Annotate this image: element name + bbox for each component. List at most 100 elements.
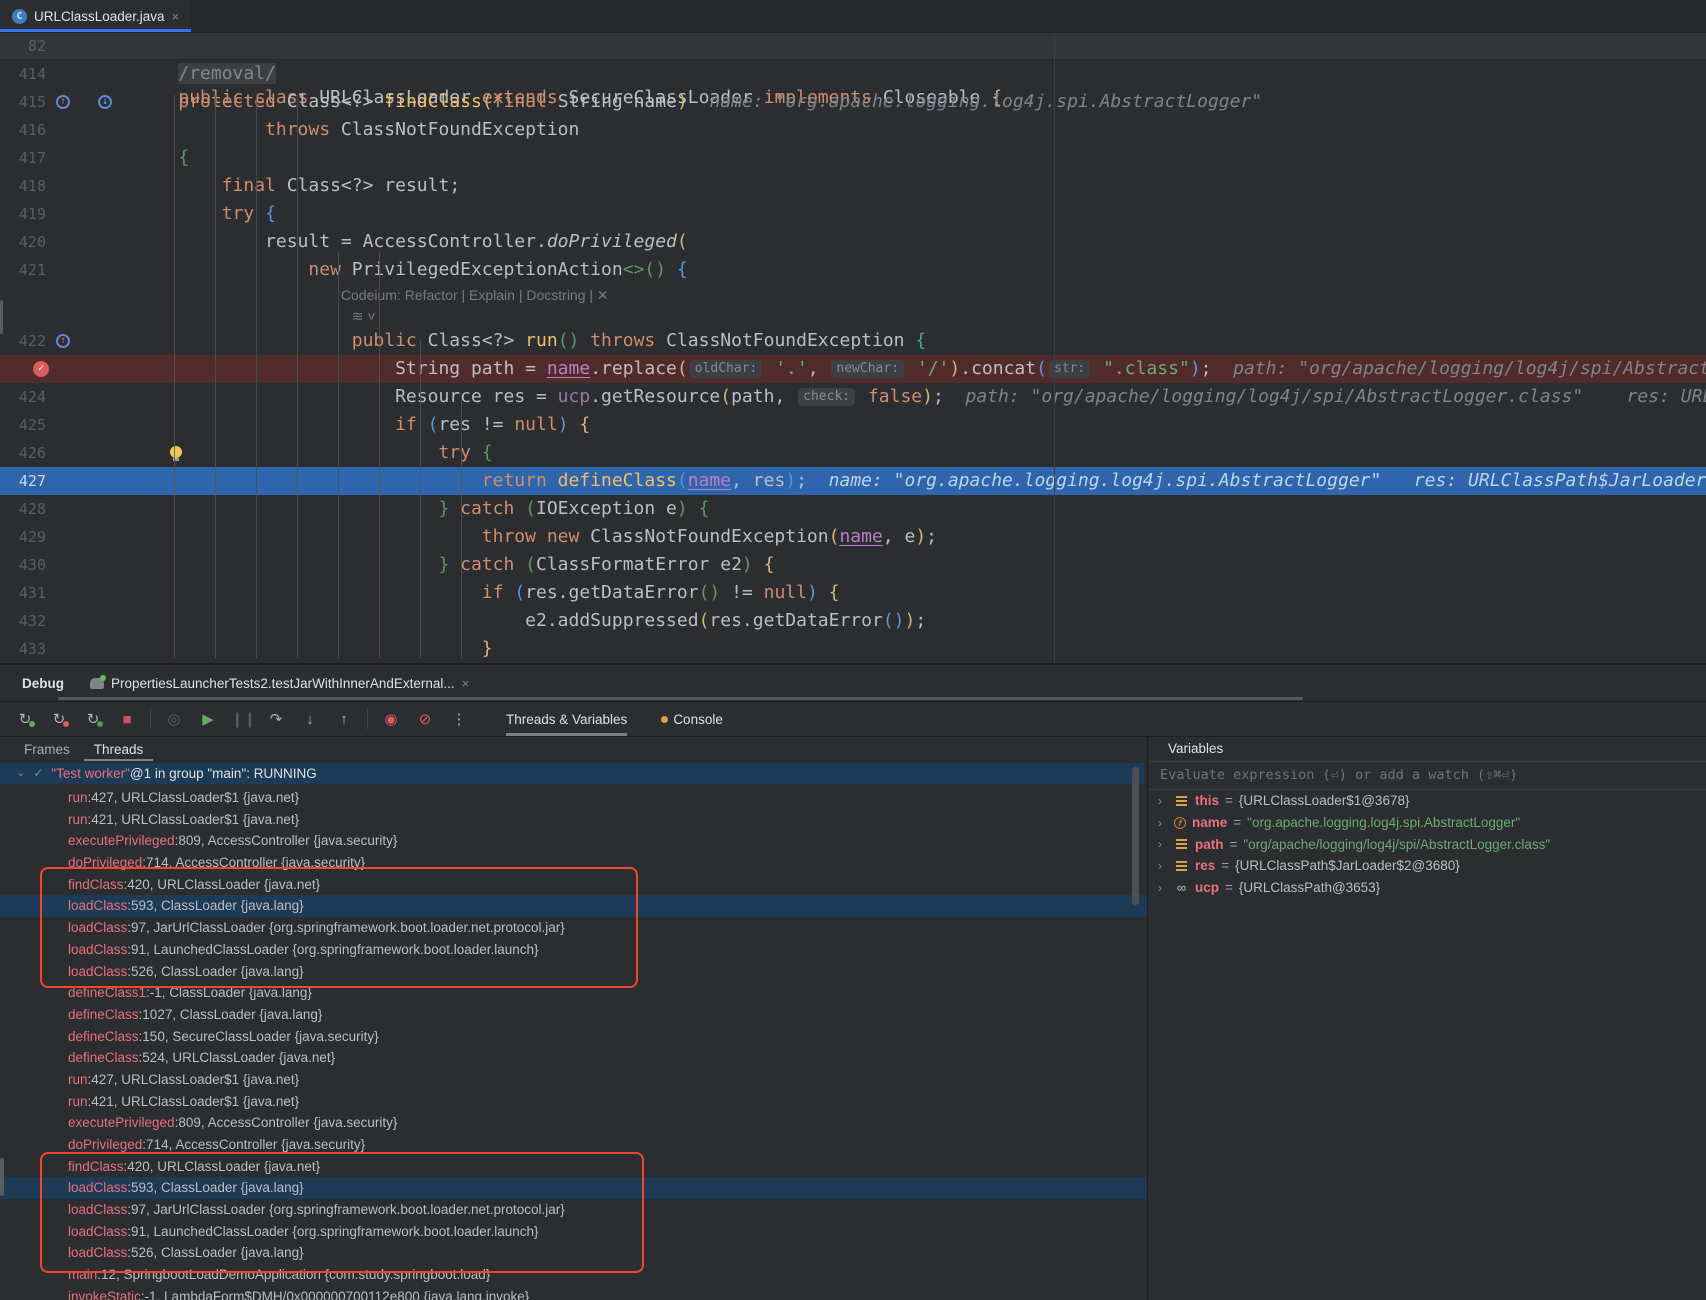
stack-frame[interactable]: loadClass:526, ClassLoader {java.lang} bbox=[0, 961, 1147, 983]
stack-frame[interactable]: main:12, SpringbootLoadDemoApplication {… bbox=[0, 1264, 1147, 1286]
chevron-right-icon[interactable]: › bbox=[1158, 837, 1168, 851]
chevron-right-icon[interactable]: › bbox=[1158, 859, 1168, 873]
frame-method: run bbox=[68, 790, 88, 805]
frames-left-scroll-mark[interactable] bbox=[0, 1158, 4, 1196]
chevron-right-icon[interactable]: › bbox=[1158, 816, 1168, 830]
debug-tabbar-scroll-thumb[interactable] bbox=[58, 697, 1303, 700]
stack-frame[interactable]: defineClass1:-1, ClassLoader {java.lang} bbox=[0, 982, 1147, 1004]
stack-frame[interactable]: run:421, URLClassLoader$1 {java.net} bbox=[0, 1091, 1147, 1113]
stack-frame[interactable]: loadClass:593, ClassLoader {java.lang} bbox=[0, 1177, 1147, 1199]
stack-frame[interactable]: loadClass:91, LaunchedClassLoader {org.s… bbox=[0, 1221, 1147, 1243]
frame-method: invokeStatic bbox=[68, 1289, 141, 1300]
stack-frame[interactable]: run:421, URLClassLoader$1 {java.net} bbox=[0, 809, 1147, 831]
parameter-hint-chip: oldChar: bbox=[690, 360, 763, 378]
overrides-method-icon[interactable]: ↑ bbox=[56, 334, 70, 348]
frames-scrollbar[interactable] bbox=[1132, 767, 1139, 905]
stack-frame[interactable]: loadClass:526, ClassLoader {java.lang} bbox=[0, 1242, 1147, 1264]
more-options-icon[interactable]: ⋮ bbox=[448, 710, 470, 728]
chevron-down-icon[interactable]: ⌄ bbox=[16, 763, 25, 784]
rerun-failed-tests-icon[interactable]: ↻ bbox=[48, 710, 70, 728]
frame-location: :91, LaunchedClassLoader {org.springfram… bbox=[127, 1224, 538, 1239]
rerun-debug-icon[interactable]: ↻ bbox=[14, 710, 36, 728]
step-over-icon[interactable]: ↷ bbox=[265, 710, 287, 728]
tab-console[interactable]: Console bbox=[661, 702, 723, 736]
view-breakpoints-icon[interactable]: ◉ bbox=[380, 710, 402, 728]
evaluate-expression-input[interactable]: Evaluate expression (⏎) or add a watch (… bbox=[1148, 762, 1706, 790]
frame-method: loadClass bbox=[68, 942, 127, 957]
method-is-overridden-icon[interactable]: ↓ bbox=[98, 95, 112, 109]
tab-frames[interactable]: Frames bbox=[24, 737, 70, 761]
indent-guide bbox=[256, 95, 257, 658]
stack-frame[interactable]: doPrivileged:714, AccessController {java… bbox=[0, 852, 1147, 874]
pause-icon[interactable]: ❙❙ bbox=[231, 710, 253, 728]
thread-row[interactable]: ⌄ ✓ "Test worker"@1 in group "main": RUN… bbox=[0, 763, 1144, 784]
stack-frame[interactable]: loadClass:91, LaunchedClassLoader {org.s… bbox=[0, 939, 1147, 961]
frame-method: doPrivileged bbox=[68, 855, 142, 870]
tab-threads[interactable]: Threads bbox=[94, 737, 144, 761]
stack-frame[interactable]: run:427, URLClassLoader$1 {java.net} bbox=[0, 787, 1147, 809]
close-tab-icon[interactable]: × bbox=[172, 9, 180, 24]
step-into-icon[interactable]: ↓ bbox=[299, 711, 321, 728]
debug-session-title: PropertiesLauncherTests2.testJarWithInne… bbox=[111, 676, 455, 691]
frame-method: loadClass bbox=[68, 1224, 127, 1239]
debug-session-tab[interactable]: PropertiesLauncherTests2.testJarWithInne… bbox=[90, 676, 469, 691]
variable-row[interactable]: ›fname = "org.apache.logging.log4j.spi.A… bbox=[1148, 812, 1706, 834]
rerun-with-coverage-icon[interactable]: ↻ bbox=[82, 710, 104, 728]
frames-pane: Frames Threads ⌄ ✓ "Test worker"@1 in gr… bbox=[0, 737, 1147, 1300]
line-number: 433 bbox=[0, 635, 46, 663]
variable-row[interactable]: ›path = "org/apache/logging/log4j/spi/Ab… bbox=[1148, 833, 1706, 855]
mute-breakpoints-icon[interactable]: ⊘ bbox=[414, 710, 436, 728]
sticky-line-number: 82 bbox=[0, 33, 46, 59]
tab-threads-variables[interactable]: Threads & Variables bbox=[506, 702, 627, 736]
chevron-right-icon[interactable]: › bbox=[1158, 881, 1168, 895]
right-margin-guide bbox=[1054, 33, 1055, 663]
variable-row[interactable]: ›this = {URLClassLoader$1@3678} bbox=[1148, 790, 1706, 812]
stack-frame[interactable]: doPrivileged:714, AccessController {java… bbox=[0, 1134, 1147, 1156]
stack-frame[interactable]: defineClass:150, SecureClassLoader {java… bbox=[0, 1026, 1147, 1048]
editor-left-scroll-mark[interactable] bbox=[0, 300, 3, 334]
intention-bulb-icon[interactable] bbox=[170, 446, 182, 458]
stack-frame[interactable]: loadClass:97, JarUrlClassLoader {org.spr… bbox=[0, 917, 1147, 939]
breakpoint-icon[interactable]: ✓ bbox=[33, 361, 49, 377]
editor-tab-urlclassloader[interactable]: C URLClassLoader.java × bbox=[0, 0, 191, 32]
indent-guide bbox=[297, 95, 298, 658]
step-out-icon[interactable]: ↑ bbox=[333, 711, 355, 728]
variable-row[interactable]: ›res = {URLClassPath$JarLoader$2@3680} bbox=[1148, 855, 1706, 877]
sticky-class-declaration[interactable]: 82 public class URLClassLoader extends S… bbox=[0, 33, 1706, 60]
equals-sign: = bbox=[1225, 793, 1233, 808]
frame-method: run bbox=[68, 1094, 88, 1109]
overrides-method-icon[interactable]: ↑ bbox=[56, 95, 70, 109]
stack-frame[interactable]: invokeStatic:-1, LambdaForm$DMH/0x000000… bbox=[0, 1286, 1147, 1300]
close-session-icon[interactable]: × bbox=[462, 676, 470, 691]
stack-frame[interactable]: executePrivileged:809, AccessController … bbox=[0, 1112, 1147, 1134]
line-number: 429 bbox=[0, 523, 46, 551]
stack-frame[interactable]: run:427, URLClassLoader$1 {java.net} bbox=[0, 1069, 1147, 1091]
attach-target-icon[interactable]: ◎ bbox=[163, 710, 185, 728]
equals-sign: = bbox=[1230, 837, 1238, 852]
frame-location: :714, AccessController {java.security} bbox=[142, 855, 365, 870]
frame-method: loadClass bbox=[68, 898, 127, 913]
frame-location: :809, AccessController {java.security} bbox=[175, 833, 398, 848]
line-number: 421 bbox=[0, 256, 46, 284]
stack-frames-list[interactable]: run:427, URLClassLoader$1 {java.net}run:… bbox=[0, 787, 1147, 1300]
gradle-task-icon bbox=[90, 678, 104, 689]
stack-frame[interactable]: defineClass:524, URLClassLoader {java.ne… bbox=[0, 1047, 1147, 1069]
variables-list[interactable]: ›this = {URLClassLoader$1@3678}›fname = … bbox=[1148, 790, 1706, 898]
indent-guide bbox=[379, 252, 380, 658]
stack-frame[interactable]: loadClass:97, JarUrlClassLoader {org.spr… bbox=[0, 1199, 1147, 1221]
frame-location: :593, ClassLoader {java.lang} bbox=[127, 1180, 303, 1195]
chevron-right-icon[interactable]: › bbox=[1158, 794, 1168, 808]
editor-pane[interactable]: C URLClassLoader.java × 82 public class … bbox=[0, 0, 1706, 665]
stack-frame[interactable]: defineClass:1027, ClassLoader {java.lang… bbox=[0, 1004, 1147, 1026]
stack-frame[interactable]: executePrivileged:809, AccessController … bbox=[0, 830, 1147, 852]
stack-frame[interactable]: loadClass:593, ClassLoader {java.lang} bbox=[0, 895, 1147, 917]
frame-location: :524, URLClassLoader {java.net} bbox=[139, 1050, 336, 1065]
resume-icon[interactable]: ▶ bbox=[197, 710, 219, 728]
editor-tab-bar: C URLClassLoader.java × bbox=[0, 0, 1706, 33]
code-line[interactable]: 414 /removal/ bbox=[0, 60, 1706, 88]
stack-frame[interactable]: findClass:420, URLClassLoader {java.net} bbox=[0, 874, 1147, 896]
variable-row[interactable]: ›∞ucp = {URLClassPath@3653} bbox=[1148, 877, 1706, 899]
stop-icon[interactable]: ■ bbox=[116, 711, 138, 728]
variable-value: "org/apache/logging/log4j/spi/AbstractLo… bbox=[1243, 837, 1550, 852]
stack-frame[interactable]: findClass:420, URLClassLoader {java.net} bbox=[0, 1156, 1147, 1178]
